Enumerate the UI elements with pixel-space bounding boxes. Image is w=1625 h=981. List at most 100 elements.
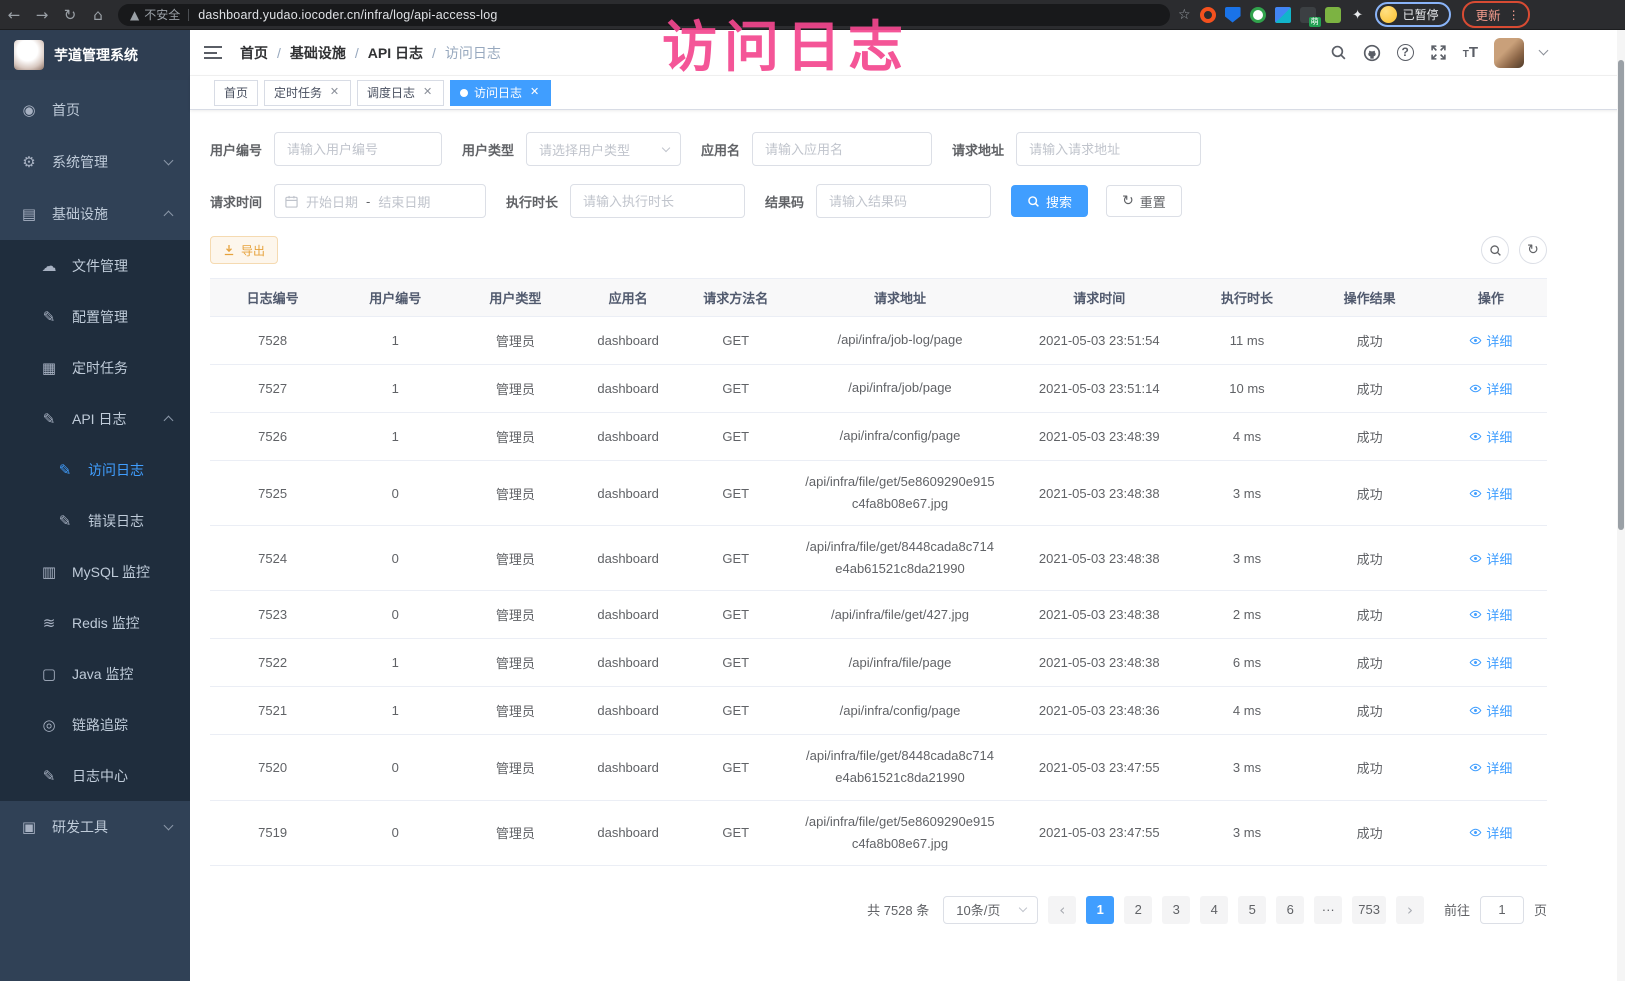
sidebar-logo[interactable]: 芋道管理系统	[0, 30, 190, 80]
sidebar-item-config[interactable]: ✎ 配置管理	[0, 291, 190, 342]
export-button[interactable]: 导出	[210, 236, 278, 264]
extension-badge: 萌	[1309, 17, 1321, 27]
browser-home-icon[interactable]: ⌂	[84, 6, 112, 24]
fullscreen-icon[interactable]	[1430, 44, 1447, 61]
result-code-input[interactable]	[816, 184, 991, 218]
detail-link[interactable]: 详细	[1469, 484, 1512, 503]
sidebar-item-redis[interactable]: ≋ Redis 监控	[0, 597, 190, 648]
help-icon[interactable]: ?	[1397, 44, 1414, 61]
avatar[interactable]	[1494, 38, 1524, 68]
infra-icon: ▤	[20, 205, 38, 223]
avatar-caret-icon[interactable]	[1539, 46, 1549, 56]
detail-link[interactable]: 详细	[1469, 427, 1512, 446]
detail-link[interactable]: 详细	[1469, 823, 1512, 842]
table-row: 7519 0 管理员 dashboard GET /api/infra/file…	[210, 800, 1547, 865]
sidebar-item-file[interactable]: ☁ 文件管理	[0, 240, 190, 291]
sidebar-item-api-log[interactable]: ✎ API 日志	[0, 393, 190, 444]
breadcrumb-api-log[interactable]: API 日志	[368, 43, 423, 63]
cell-app-name: dashboard	[576, 413, 681, 461]
warning-icon: ▲	[130, 8, 139, 22]
tab-scheduled-tasks[interactable]: 定时任务 ✕	[264, 80, 351, 106]
extension-shield-icon[interactable]	[1225, 7, 1241, 23]
sidebar-item-log-center[interactable]: ✎ 日志中心	[0, 750, 190, 801]
sidebar-item-mysql[interactable]: ▥ MySQL 监控	[0, 546, 190, 597]
font-size-icon[interactable]: TT	[1463, 44, 1478, 61]
reset-button[interactable]: ↻ 重置	[1106, 185, 1182, 217]
sidebar-item-infra[interactable]: ▤ 基础设施	[0, 188, 190, 240]
sidebar-item-error-log[interactable]: ✎ 错误日志	[0, 495, 190, 546]
goto-page-input[interactable]	[1480, 896, 1524, 924]
sidebar-item-devtools[interactable]: ▣ 研发工具	[0, 801, 190, 853]
tab-home[interactable]: 首页	[214, 80, 258, 106]
browser-menu-icon[interactable]: ⋮	[1508, 8, 1520, 22]
extension-person-icon[interactable]	[1325, 7, 1341, 23]
extension-pinwheel-icon[interactable]: ✦	[1350, 7, 1366, 23]
tab-schedule-log[interactable]: 调度日志 ✕	[357, 80, 444, 106]
request-url-input[interactable]	[1016, 132, 1201, 166]
page-size-select[interactable]: 10条/页	[943, 896, 1038, 924]
close-icon[interactable]: ✕	[421, 86, 434, 99]
browser-profile-chip[interactable]: 已暂停	[1375, 2, 1451, 27]
app-name-input[interactable]	[752, 132, 932, 166]
next-page-button[interactable]: ›	[1396, 896, 1424, 924]
detail-link[interactable]: 详细	[1469, 758, 1512, 777]
duration-input[interactable]	[570, 184, 745, 218]
page-number-button[interactable]: 3	[1162, 896, 1190, 924]
detail-link[interactable]: 详细	[1469, 549, 1512, 568]
page-scrollbar[interactable]	[1617, 30, 1625, 981]
table-row: 7526 1 管理员 dashboard GET /api/infra/conf…	[210, 413, 1547, 461]
refresh-table-button[interactable]: ↻	[1519, 236, 1547, 264]
sidebar-item-trace[interactable]: ◎ 链路追踪	[0, 699, 190, 750]
extension-orange-icon[interactable]	[1200, 7, 1216, 23]
toolbox-icon: ▣	[20, 818, 38, 836]
extension-dark-icon[interactable]: 萌	[1300, 7, 1316, 23]
gear-icon: ⚙	[20, 153, 38, 171]
page-number-button[interactable]: 2	[1124, 896, 1152, 924]
browser-back-icon[interactable]: ←	[0, 6, 28, 24]
page-number-button[interactable]: 753	[1352, 896, 1386, 924]
extension-green-icon[interactable]	[1250, 7, 1266, 23]
sidebar-item-home[interactable]: ◉ 首页	[0, 84, 190, 136]
user-type-select[interactable]: 请选择用户类型	[526, 132, 681, 166]
detail-link[interactable]: 详细	[1469, 331, 1512, 350]
page-number-button[interactable]: 1	[1086, 896, 1114, 924]
page-number-button[interactable]: 5	[1238, 896, 1266, 924]
tab-access-log[interactable]: 访问日志 ✕	[450, 80, 551, 106]
github-icon[interactable]	[1363, 44, 1381, 62]
browser-reload-icon[interactable]: ↻	[56, 6, 84, 24]
breadcrumb-infra[interactable]: 基础设施	[290, 43, 346, 63]
user-id-input[interactable]	[274, 132, 442, 166]
page-number-button[interactable]: 4	[1200, 896, 1228, 924]
search-button[interactable]: 搜索	[1011, 185, 1088, 217]
page-number-button[interactable]: 6	[1276, 896, 1304, 924]
bookmark-star-icon[interactable]: ☆	[1178, 7, 1191, 23]
sidebar-item-java[interactable]: ▢ Java 监控	[0, 648, 190, 699]
close-icon[interactable]: ✕	[528, 86, 541, 99]
cell-app-name: dashboard	[576, 639, 681, 687]
detail-link[interactable]: 详细	[1469, 701, 1512, 720]
sidebar: 芋道管理系统 ◉ 首页 ⚙ 系统管理 ▤ 基础设施 ☁ 文件管理	[0, 30, 190, 981]
browser-update-button[interactable]: 更新 ⋮	[1462, 1, 1530, 28]
detail-link[interactable]: 详细	[1469, 653, 1512, 672]
hamburger-icon[interactable]	[204, 46, 222, 59]
sidebar-item-access-log[interactable]: ✎ 访问日志	[0, 444, 190, 495]
toggle-search-button[interactable]	[1481, 236, 1509, 264]
detail-link[interactable]: 详细	[1469, 605, 1512, 624]
cell-result: 成功	[1305, 639, 1435, 687]
scrollbar-thumb[interactable]	[1618, 60, 1624, 530]
address-bar[interactable]: ▲ 不安全 dashboard.yudao.iocoder.cn/infra/l…	[118, 4, 1170, 26]
request-time-range-picker[interactable]: 开始日期 - 结束日期	[274, 184, 486, 218]
cloud-upload-icon: ☁	[40, 257, 58, 275]
sidebar-item-job[interactable]: ▦ 定时任务	[0, 342, 190, 393]
detail-link[interactable]: 详细	[1469, 379, 1512, 398]
close-icon[interactable]: ✕	[328, 86, 341, 99]
page-number-button[interactable]: ···	[1314, 896, 1342, 924]
extension-blocks-icon[interactable]	[1275, 7, 1291, 23]
cell-app-name: dashboard	[576, 365, 681, 413]
prev-page-button[interactable]: ‹	[1048, 896, 1076, 924]
breadcrumb-home[interactable]: 首页	[240, 43, 268, 63]
sidebar-item-system[interactable]: ⚙ 系统管理	[0, 136, 190, 188]
browser-forward-icon[interactable]: →	[28, 6, 56, 24]
cell-url: /api/infra/file/get/5e8609290e915c4fa8b0…	[791, 461, 1009, 526]
search-icon[interactable]	[1330, 44, 1347, 61]
